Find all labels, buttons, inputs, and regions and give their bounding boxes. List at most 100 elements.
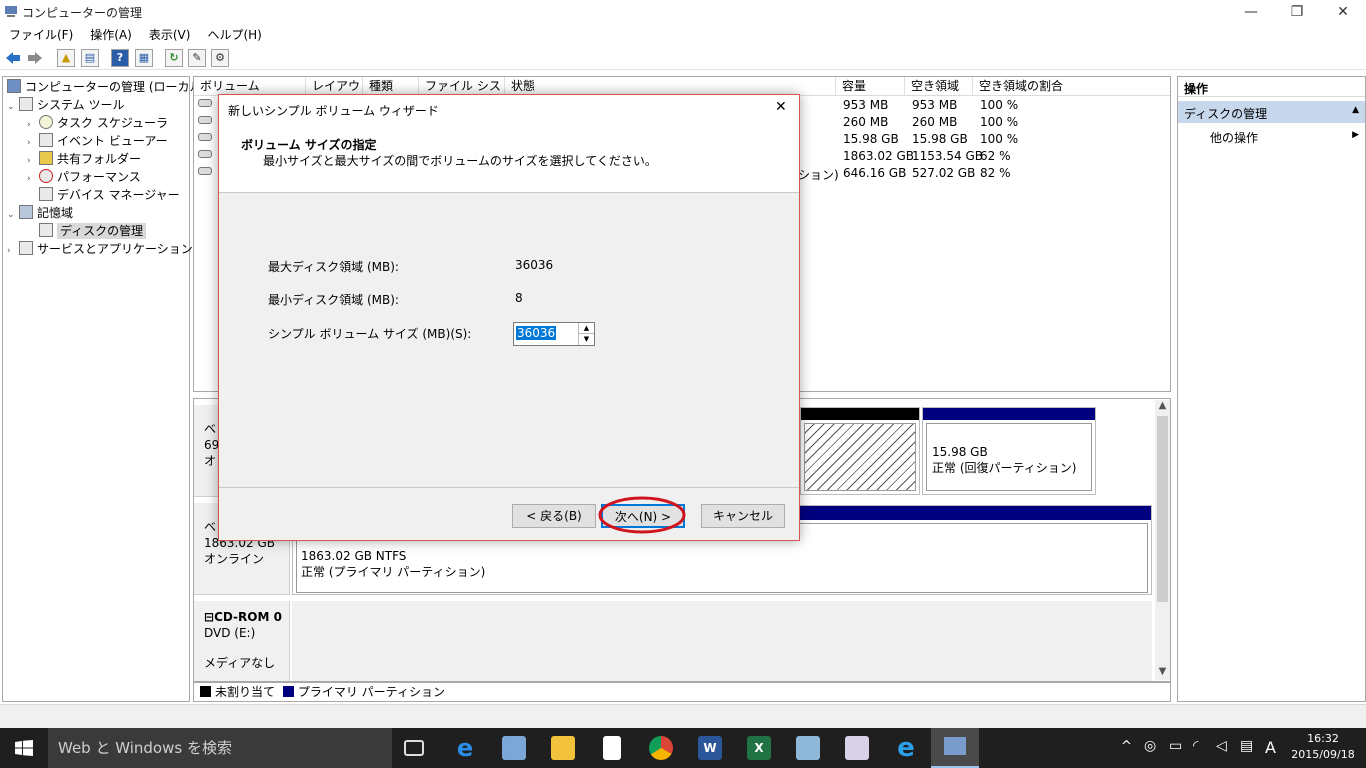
photos-icon[interactable] [502, 736, 526, 760]
max-size-label: 最大ディスク領域 (MB): [268, 260, 399, 274]
wifi-icon[interactable]: ◜ [1193, 738, 1198, 754]
volume-size-stepper[interactable]: 36036 ▲ ▼ [513, 322, 595, 346]
close-button[interactable]: ✕ [1320, 0, 1366, 24]
actions-section-disk-management[interactable]: ディスクの管理 ▲ [1178, 101, 1365, 123]
primary-swatch [282, 686, 294, 697]
back-button[interactable]: < 戻る(B) [512, 504, 596, 528]
windows-start-icon[interactable] [15, 740, 33, 756]
forward-arrow-icon[interactable] [27, 51, 43, 65]
tree-item-storage[interactable]: ⌄ 記憶域 [7, 204, 73, 222]
partition-size: 1863.02 GB NTFS [301, 549, 407, 563]
event-viewer-icon [39, 133, 53, 147]
scroll-down-icon[interactable]: ▼ [1155, 666, 1170, 680]
task-view-icon[interactable] [404, 740, 424, 756]
word-icon[interactable]: W [698, 736, 722, 760]
taskbar-search-input[interactable]: Web と Windows を検索 [48, 728, 392, 768]
hatched-fill [804, 423, 916, 491]
tree-item-event-viewer[interactable]: › イベント ビューアー [27, 132, 168, 150]
chevron-down-icon[interactable]: ⌄ [7, 98, 19, 116]
spin-up-icon[interactable]: ▲ [578, 323, 594, 334]
help-icon[interactable]: ? [111, 49, 129, 67]
computer-management-icon [5, 6, 17, 17]
console-tree-icon[interactable]: ▦ [135, 49, 153, 67]
tree-item-system-tools[interactable]: ⌄ システム ツール [7, 96, 124, 114]
clock[interactable]: 16:32 2015/09/18 [1288, 731, 1358, 763]
file-explorer-icon[interactable] [551, 736, 575, 760]
tree-label: システム ツール [37, 98, 125, 112]
restore-button[interactable]: ❐ [1274, 0, 1320, 24]
volume-muted-icon[interactable]: ◁ [1216, 738, 1227, 754]
min-size-label: 最小ディスク領域 (MB): [268, 293, 399, 307]
cell-free: 953 MB [912, 98, 958, 112]
menu-view[interactable]: 表示(V) [140, 24, 199, 43]
menu-help[interactable]: ヘルプ(H) [198, 24, 269, 43]
ime-indicator[interactable]: A [1265, 738, 1276, 757]
excel-icon[interactable]: X [747, 736, 771, 760]
cell-free-pct: 100 % [980, 132, 1019, 146]
tree-item-root[interactable]: コンピューターの管理 (ローカル) [7, 78, 206, 96]
col-capacity[interactable]: 容量 [836, 77, 905, 96]
drive-icon [198, 116, 212, 124]
action-more[interactable]: 他の操作 ▶ [1178, 127, 1365, 147]
col-free[interactable]: 空き領域 [905, 77, 973, 96]
tree-label: パフォーマンス [57, 170, 141, 184]
menu-action[interactable]: 操作(A) [81, 24, 140, 43]
paint-icon[interactable] [796, 736, 820, 760]
cell-capacity: 15.98 GB [843, 132, 899, 146]
back-arrow-icon[interactable] [5, 51, 21, 65]
export-icon[interactable]: ⚙ [211, 49, 229, 67]
chevron-right-icon[interactable]: › [7, 242, 19, 260]
computer-management-task[interactable] [931, 728, 979, 768]
spin-down-icon[interactable]: ▼ [578, 334, 594, 345]
partition-recovery[interactable]: 15.98 GB 正常 (回復パーティション) [922, 407, 1096, 495]
scroll-thumb[interactable] [1157, 416, 1168, 602]
snipping-tool-icon[interactable] [845, 736, 869, 760]
legend-primary: プライマリ パーティション [297, 685, 445, 699]
col-free-pct[interactable]: 空き領域の割合 [973, 77, 1170, 96]
cancel-button[interactable]: キャンセル [701, 504, 785, 528]
menu-file[interactable]: ファイル(F) [0, 24, 81, 43]
show-hidden-icons[interactable]: ^ [1121, 739, 1132, 754]
store-icon[interactable] [603, 736, 621, 760]
refresh-icon[interactable]: ↻ [165, 49, 183, 67]
battery-icon[interactable]: ▭ [1169, 738, 1182, 754]
tree-item-disk-management[interactable]: ディスクの管理 [39, 222, 147, 240]
edge-browser-icon[interactable]: e [453, 736, 477, 760]
collapse-icon[interactable]: ▲ [1352, 105, 1359, 115]
dialog-close-button[interactable]: ✕ [775, 99, 787, 115]
partition-disk0-unknown[interactable] [800, 407, 920, 495]
tree-item-performance[interactable]: › パフォーマンス [27, 168, 141, 186]
clock-time: 16:32 [1307, 732, 1339, 745]
unallocated-swatch [200, 686, 211, 697]
internet-explorer-icon[interactable]: e [894, 735, 918, 761]
up-folder-icon[interactable]: ▲ [57, 49, 75, 67]
scroll-up-icon[interactable]: ▲ [1155, 400, 1170, 414]
legend-unallocated: 未割り当て [215, 685, 276, 699]
menu-bar: ファイル(F) 操作(A) 表示(V) ヘルプ(H) [0, 24, 1366, 44]
cell-capacity: 260 MB [843, 115, 889, 129]
network-status-icon[interactable]: ◎ [1144, 738, 1156, 754]
properties-icon[interactable]: ✎ [188, 49, 206, 67]
window-title: コンピューターの管理 [22, 6, 143, 20]
cdrom-label[interactable]: ⊟CD-ROM 0 DVD (E:) メディアなし [194, 601, 290, 681]
minimize-button[interactable]: — [1228, 0, 1274, 24]
chevron-right-icon[interactable]: › [27, 170, 39, 188]
tree-item-shared-folders[interactable]: › 共有フォルダー [27, 150, 141, 168]
recovery-size: 15.98 GB [932, 445, 988, 459]
tree-item-task-scheduler[interactable]: › タスク スケジューラ [27, 114, 168, 132]
action-center-icon[interactable]: ▤ [1240, 738, 1253, 754]
disk-map-scrollbar[interactable]: ▲ ▼ [1155, 400, 1170, 680]
chrome-icon[interactable] [649, 736, 673, 760]
actions-pane: 操作 ディスクの管理 ▲ 他の操作 ▶ [1177, 76, 1366, 702]
cell-free: 260 MB [912, 115, 958, 129]
max-size-value: 36036 [515, 258, 554, 272]
cdrom-name: CD-ROM 0 [214, 610, 282, 624]
chevron-down-icon[interactable]: ⌄ [7, 206, 19, 224]
tree-label: タスク スケジューラ [57, 116, 168, 130]
title-bar: コンピューターの管理 — ❐ ✕ [0, 0, 1366, 24]
tree-item-services-apps[interactable]: › サービスとアプリケーション [7, 240, 193, 258]
show-hide-tree-icon[interactable]: ▤ [81, 49, 99, 67]
cdrom-drive: DVD (E:) [204, 626, 256, 640]
tree-item-device-manager[interactable]: デバイス マネージャー [39, 186, 180, 204]
volume-size-input[interactable]: 36036 [516, 326, 557, 340]
